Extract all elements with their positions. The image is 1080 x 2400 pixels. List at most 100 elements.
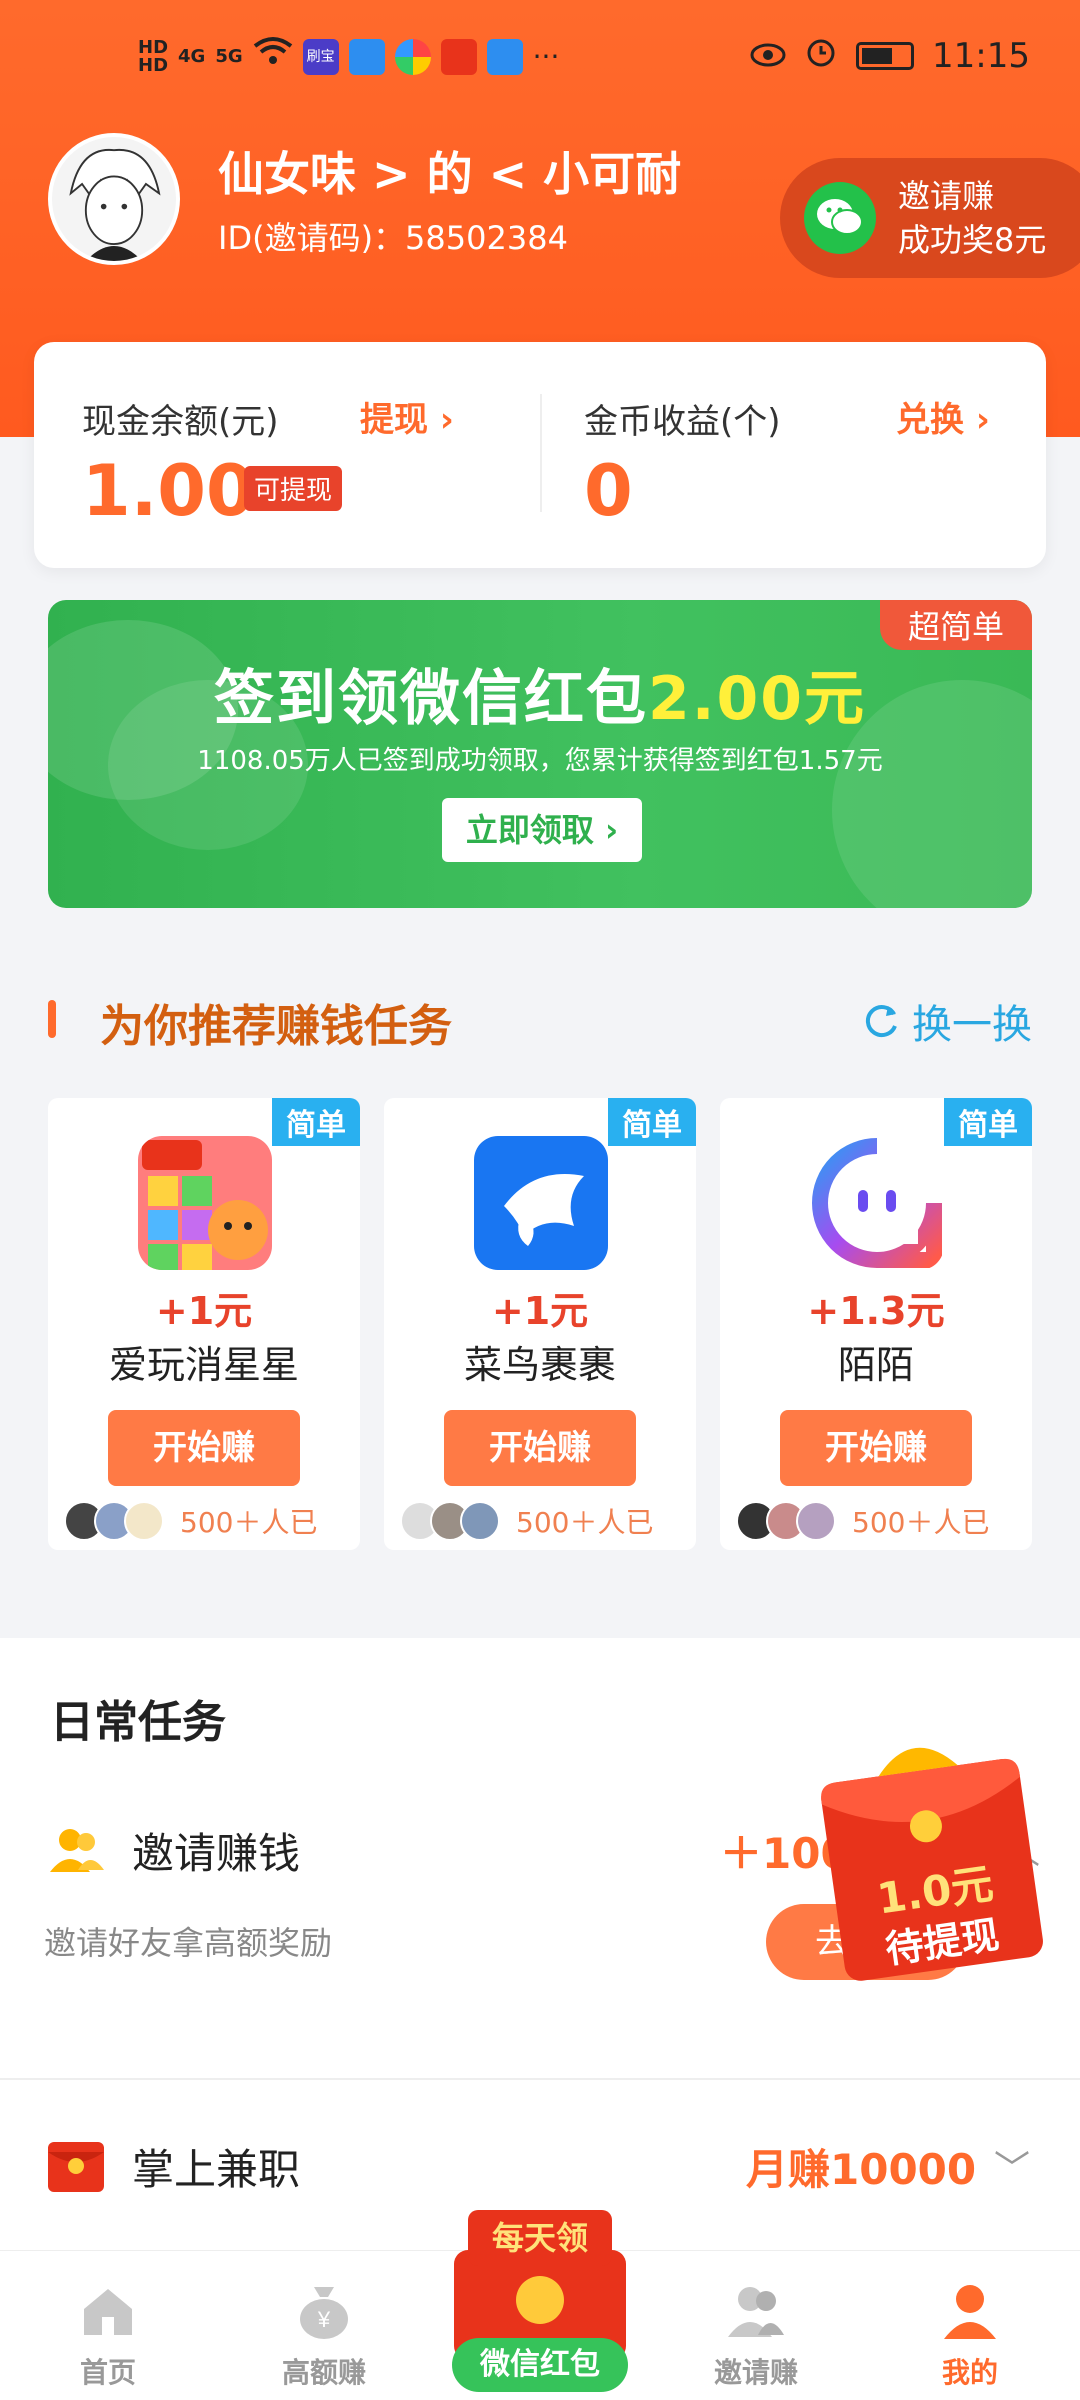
- refresh-label: 换一换: [912, 1002, 1032, 1048]
- invite-line1: 邀请赚: [898, 177, 995, 215]
- app-notification-icon-2: [348, 38, 385, 75]
- coin-balance-section: 金币收益(个) 兑换 › 0: [540, 342, 1046, 568]
- task-card[interactable]: 简单 +1.3元 陌陌 开始赚 500＋人已: [720, 1098, 1032, 1550]
- task-participants: 500＋人已: [736, 1498, 1026, 1544]
- nav-home[interactable]: 首页: [38, 2281, 178, 2391]
- task-row-title: 邀请赚钱: [132, 1829, 301, 1878]
- task-name: 爱玩消星星: [108, 1343, 299, 1387]
- clock: 11:15: [932, 35, 1030, 76]
- task-tag: 简单: [608, 1098, 696, 1146]
- avatar: [460, 1501, 500, 1541]
- chevron-down-icon[interactable]: ﹀: [994, 2140, 1030, 2192]
- app-notification-icon-4: [486, 38, 523, 75]
- status-bar: HD HD 4G 5G 刷宝 ··· 11:15: [0, 28, 1080, 100]
- wechat-icon: [804, 182, 876, 254]
- refresh-button[interactable]: 换一换: [860, 992, 1032, 1050]
- nav-label: 邀请赚: [713, 2356, 798, 2389]
- nav-label: 高额赚: [281, 2356, 366, 2389]
- task-row-title: 掌上兼职: [132, 2145, 301, 2194]
- battery-icon: [856, 41, 915, 70]
- cash-balance-section: 现金余额(元) 提现 › 1.00 可提现: [34, 342, 540, 568]
- money-bag-icon: ¥: [300, 2287, 348, 2339]
- wechat-red-packet-label: 微信红包: [452, 2338, 628, 2392]
- participants-text: 500＋人已: [852, 1506, 990, 1539]
- users-icon: [50, 1829, 104, 1872]
- task-reward: +1元: [491, 1289, 589, 1333]
- section-accent-bar: [48, 1000, 56, 1038]
- task-name: 菜鸟裹裹: [463, 1343, 616, 1387]
- balance-card: 现金余额(元) 提现 › 1.00 可提现 金币收益(个) 兑换 › 0: [34, 342, 1046, 568]
- start-earn-button[interactable]: 开始赚: [444, 1410, 636, 1486]
- avatar: [124, 1501, 164, 1541]
- user-icon: [944, 2285, 996, 2339]
- claim-now-button[interactable]: 立即领取 ›: [442, 798, 642, 862]
- exchange-link[interactable]: 兑换 ›: [896, 392, 990, 441]
- task-reward: +1.3元: [807, 1289, 945, 1333]
- alarm-icon: [804, 34, 838, 77]
- banner-title-main: 签到领微信红包: [213, 664, 648, 734]
- invite-earn-button[interactable]: 邀请赚 成功奖8元: [780, 158, 1080, 278]
- users-icon: [728, 2287, 784, 2337]
- task-card[interactable]: 简单 +1元 菜鸟裹裹 开始赚 500＋人已: [384, 1098, 696, 1550]
- coin-balance-label: 金币收益(个): [584, 402, 781, 442]
- nav-label: 首页: [79, 2356, 136, 2389]
- username: 仙女味 > 的 < 小可耐: [218, 147, 682, 201]
- task-card[interactable]: 简单 +1元 爱玩消星星 开始赚 500＋人已: [48, 1098, 360, 1550]
- status-left: HD HD 4G 5G 刷宝 ···: [138, 36, 559, 77]
- signal-icon-2: 5G: [215, 46, 243, 67]
- task-participants: 500＋人已: [64, 1498, 354, 1544]
- app-notification-icon-3: [394, 38, 431, 75]
- refresh-icon: [865, 1005, 897, 1037]
- task-participants: 500＋人已: [400, 1498, 690, 1544]
- start-earn-button[interactable]: 开始赚: [108, 1410, 300, 1486]
- checkin-banner[interactable]: 超简单 签到领微信红包2.00元 1108.05万人已签到成功领取，您累计获得签…: [48, 600, 1032, 908]
- nav-wechat-red-packet[interactable]: 每天领 微信红包: [440, 2210, 640, 2400]
- status-right: 11:15: [750, 34, 1030, 77]
- task-tag: 简单: [944, 1098, 1032, 1146]
- recommend-title: 为你推荐赚钱任务: [100, 1001, 452, 1052]
- user-id[interactable]: ID(邀请码)：58502384: [218, 213, 568, 259]
- signal-icon: 4G: [178, 46, 206, 67]
- avatar[interactable]: [48, 133, 180, 265]
- task-name: 陌陌: [837, 1343, 914, 1387]
- task-tag: 简单: [272, 1098, 360, 1146]
- nav-label: 我的: [941, 2356, 998, 2389]
- withdraw-link[interactable]: 提现 ›: [360, 392, 454, 441]
- banner-tag: 超简单: [879, 600, 1032, 650]
- task-row-reward: 月赚10000: [746, 2145, 977, 2194]
- participants-text: 500＋人已: [516, 1506, 654, 1539]
- nav-mine[interactable]: 我的: [900, 2281, 1040, 2391]
- wifi-icon: [253, 36, 293, 77]
- cash-balance-label: 现金余额(元): [82, 402, 279, 442]
- daily-tasks-title: 日常任务: [50, 1697, 226, 1748]
- withdrawable-badge: 可提现: [244, 466, 343, 511]
- start-earn-button[interactable]: 开始赚: [780, 1410, 972, 1486]
- task-reward: +1元: [155, 1289, 253, 1333]
- red-packet-notification-icon: [440, 38, 477, 75]
- invite-text: 邀请赚 成功奖8元: [898, 174, 1046, 262]
- invite-line2: 成功奖8元: [898, 221, 1047, 259]
- game-app-icon: [138, 1136, 272, 1270]
- app-notification-icon: 刷宝: [302, 38, 339, 75]
- nav-high-earn[interactable]: ¥ 高额赚: [254, 2281, 394, 2391]
- banner-title-amount: 2.00元: [647, 664, 867, 734]
- recommend-section: 为你推荐赚钱任务 换一换 简单 +1元 爱玩消星星 开始赚 500＋人已 简单 …: [0, 958, 1080, 1638]
- cash-balance-value: 1.00: [82, 450, 255, 532]
- momo-app-icon: [810, 1136, 944, 1270]
- eye-icon: [750, 36, 786, 76]
- red-packet-icon: [48, 2142, 104, 2192]
- svg-text:¥: ¥: [317, 2307, 331, 2332]
- coin-balance-value: 0: [584, 450, 633, 532]
- nav-invite[interactable]: 邀请赚: [686, 2281, 826, 2391]
- coin-icon: [516, 2276, 564, 2324]
- cainiao-app-icon: [474, 1136, 608, 1270]
- home-icon: [84, 2289, 132, 2335]
- avatar: [796, 1501, 836, 1541]
- more-notifications-icon: ···: [532, 40, 560, 73]
- task-row-description: 邀请好友拿高额奖励: [44, 1924, 333, 1962]
- divider: [0, 2078, 1080, 2080]
- participants-text: 500＋人已: [180, 1506, 318, 1539]
- daily-claim-label: 每天领: [468, 2210, 612, 2266]
- hd-indicator: HD HD: [138, 36, 169, 76]
- floating-red-packet[interactable]: 1.0元 待提现: [804, 1716, 1057, 1994]
